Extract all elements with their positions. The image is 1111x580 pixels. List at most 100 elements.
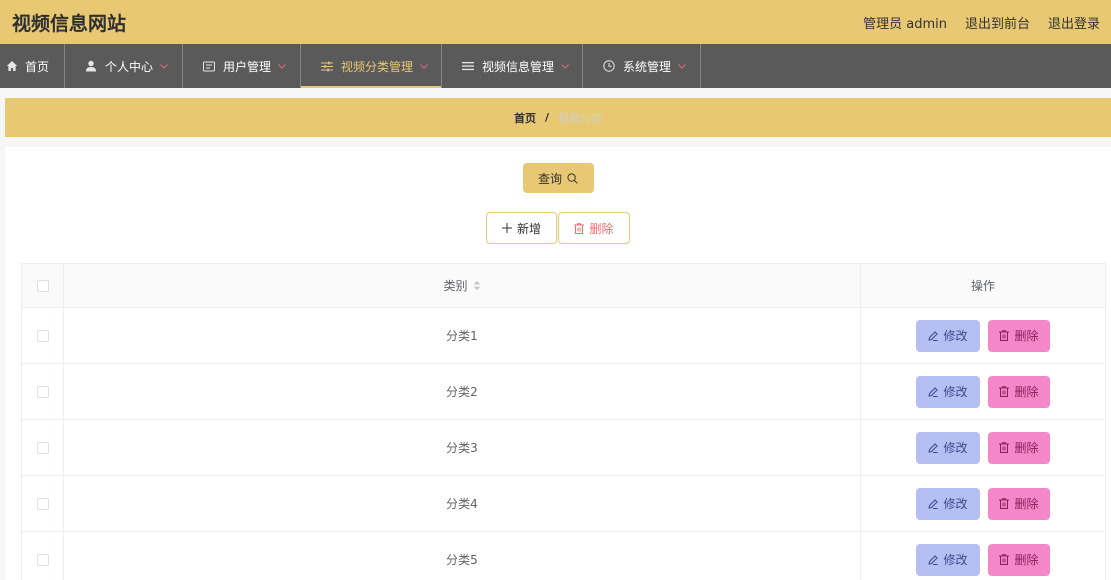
nav-item-label: 个人中心	[105, 59, 154, 74]
search-icon	[567, 172, 578, 184]
row-actions: 修改 删除	[861, 431, 1105, 464]
category-cell: 分类2	[63, 363, 861, 420]
trash-icon	[999, 498, 1010, 509]
trash-icon	[999, 386, 1010, 397]
category-cell: 分类4	[63, 475, 861, 532]
card-icon	[203, 60, 215, 72]
row-select-cell	[21, 531, 64, 580]
row-delete-button[interactable]: 删除	[988, 375, 1050, 408]
add-button[interactable]: 新增	[486, 212, 557, 244]
actions-cell: 修改 删除	[860, 419, 1106, 476]
column-header-inner: 类别	[443, 277, 480, 294]
pencil-icon	[928, 554, 939, 565]
breadcrumb-home-link[interactable]: 首页	[514, 110, 536, 126]
nav-item-video-category-management[interactable]: 视频分类管理	[301, 44, 442, 88]
query-button[interactable]: 查询	[522, 163, 594, 193]
actions-cell: 修改 删除	[860, 307, 1106, 364]
pencil-icon	[928, 442, 939, 453]
search-bar: 查询	[5, 163, 1111, 193]
row-actions: 修改 删除	[861, 543, 1105, 576]
row-checkbox[interactable]	[36, 498, 49, 510]
row-delete-label: 删除	[1014, 441, 1039, 455]
pencil-icon	[928, 386, 939, 397]
actions-cell: 修改 删除	[860, 531, 1106, 580]
row-select-cell	[21, 475, 64, 532]
sliders-icon	[321, 60, 333, 72]
back-to-front-link[interactable]: 退出到前台	[965, 13, 1030, 32]
category-cell: 分类5	[63, 531, 861, 580]
chevron-down-icon	[420, 63, 428, 69]
nav-item-label: 系统管理	[623, 59, 672, 74]
row-delete-button[interactable]: 删除	[988, 431, 1050, 464]
row-checkbox[interactable]	[36, 386, 49, 398]
row-delete-button[interactable]: 删除	[988, 543, 1050, 576]
trash-icon	[999, 442, 1010, 453]
edit-button[interactable]: 修改	[916, 543, 980, 576]
column-header-category[interactable]: 类别	[63, 263, 861, 308]
edit-button[interactable]: 修改	[916, 431, 980, 464]
row-checkbox[interactable]	[36, 442, 49, 454]
edit-label: 修改	[943, 385, 968, 399]
clock-icon	[603, 60, 615, 72]
table-row: 分类2 修改 删除	[21, 363, 1106, 420]
main-nav: 首页 个人中心 用户管理 视频分类管理 视频信息管理 系统管理	[0, 44, 1111, 88]
column-header-actions: 操作	[860, 263, 1106, 308]
batch-delete-button[interactable]: 删除	[558, 212, 630, 244]
edit-button[interactable]: 修改	[916, 319, 980, 352]
row-select-cell	[21, 419, 64, 476]
category-cell: 分类1	[63, 307, 861, 364]
breadcrumb-separator: /	[544, 111, 550, 124]
row-delete-button[interactable]: 删除	[988, 487, 1050, 520]
top-header: 视频信息网站 管理员 admin 退出到前台 退出登录	[0, 0, 1111, 44]
category-table-wrapper: 类别 操作 分类1 修改 删除 分类2 修改 删除 分类3 修改 删除 分类4 …	[21, 263, 1106, 580]
pencil-icon	[928, 330, 939, 341]
breadcrumb-current: 视频分类	[558, 111, 603, 125]
table-row: 分类1 修改 删除	[21, 307, 1106, 364]
select-all-cell	[21, 263, 64, 308]
main-content: 查询 新增 删除 类别 操作 分类1 修改 删除 分类2 修改 删除 分类3 修…	[5, 147, 1111, 580]
row-actions: 修改 删除	[861, 487, 1105, 520]
row-select-cell	[21, 363, 64, 420]
chevron-down-icon	[561, 63, 569, 69]
category-cell: 分类3	[63, 419, 861, 476]
nav-item-video-info-management[interactable]: 视频信息管理	[442, 44, 583, 88]
row-checkbox[interactable]	[36, 554, 49, 566]
add-label: 新增	[516, 221, 541, 236]
row-checkbox[interactable]	[36, 330, 49, 342]
edit-label: 修改	[943, 441, 968, 455]
nav-item-label: 视频分类管理	[341, 59, 414, 74]
nav-item-personal-center[interactable]: 个人中心	[65, 44, 183, 88]
user-icon	[85, 60, 97, 72]
list-icon	[462, 60, 474, 72]
row-select-cell	[21, 307, 64, 364]
row-delete-label: 删除	[1014, 497, 1039, 511]
pencil-icon	[928, 498, 939, 509]
plus-icon	[501, 223, 512, 233]
admin-label: 管理员 admin	[863, 16, 947, 32]
breadcrumb: 首页 / 视频分类	[5, 98, 1111, 137]
row-actions: 修改 删除	[861, 375, 1105, 408]
nav-item-system-management[interactable]: 系统管理	[583, 44, 701, 88]
nav-item-home[interactable]: 首页	[0, 44, 65, 88]
query-label: 查询	[537, 171, 562, 186]
edit-button[interactable]: 修改	[916, 487, 980, 520]
table-row: 分类5 修改 删除	[21, 531, 1106, 580]
row-delete-label: 删除	[1014, 553, 1039, 567]
page: 视频信息网站 管理员 admin 退出到前台 退出登录 首页 个人中心 用户管理…	[0, 0, 1111, 580]
table-header-row: 类别 操作	[21, 263, 1106, 308]
trash-icon	[999, 554, 1010, 565]
home-icon	[6, 60, 18, 72]
row-delete-label: 删除	[1014, 385, 1039, 399]
toolbar: 新增 删除	[5, 212, 1111, 244]
chevron-down-icon	[160, 63, 168, 69]
sort-icon[interactable]	[473, 280, 481, 291]
nav-item-label: 首页	[25, 59, 50, 74]
edit-button[interactable]: 修改	[916, 375, 980, 408]
nav-item-user-management[interactable]: 用户管理	[183, 44, 301, 88]
nav-item-label: 用户管理	[223, 59, 272, 74]
logout-link[interactable]: 退出登录	[1048, 13, 1100, 32]
table-row: 分类3 修改 删除	[21, 419, 1106, 476]
select-all-checkbox[interactable]	[36, 280, 49, 292]
row-delete-button[interactable]: 删除	[988, 319, 1050, 352]
delete-label: 删除	[589, 221, 614, 236]
